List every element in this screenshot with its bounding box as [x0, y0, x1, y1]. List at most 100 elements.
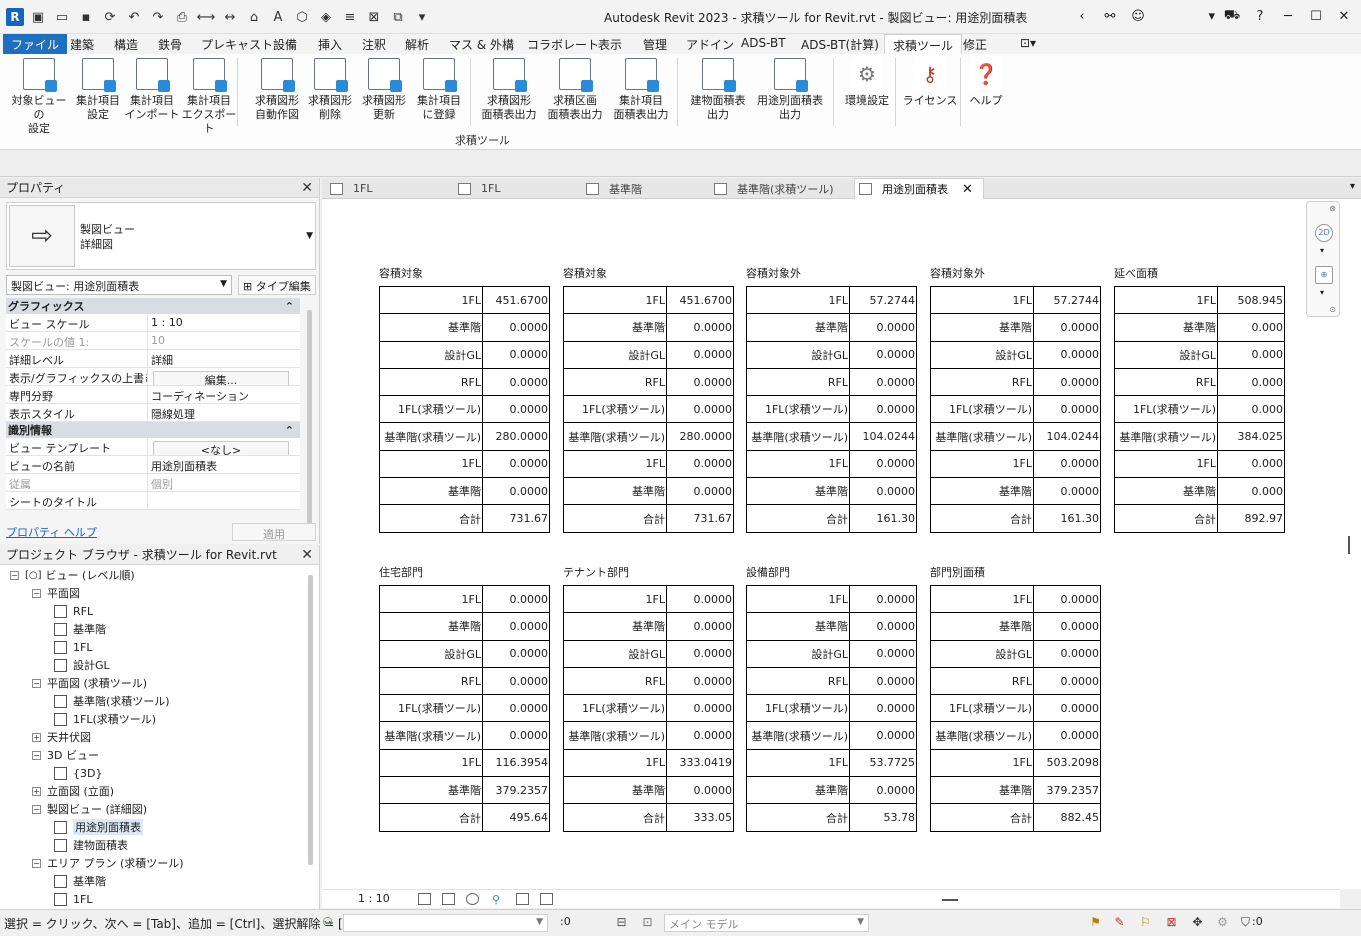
ribbon-button[interactable]: 求積区画 面積表出力 [545, 58, 605, 122]
ribbon-button[interactable]: 建物面積表 出力 [685, 58, 751, 122]
redo-icon[interactable]: ↷ [148, 7, 168, 27]
chevron-down-icon[interactable]: ▾ [1320, 246, 1324, 255]
expand-icon[interactable]: + [32, 786, 41, 796]
ribbon-tab[interactable]: 表示 [590, 34, 630, 54]
close-icon[interactable]: ✕ [301, 180, 313, 196]
help-dropdown-icon[interactable]: ? [1249, 6, 1271, 26]
highlight-displacement-icon[interactable] [540, 893, 553, 905]
model-selector[interactable]: メイン モデル ▼ [664, 914, 869, 932]
property-edit-button[interactable]: <なし> [153, 441, 289, 455]
sync-icon[interactable]: ⟳ [100, 7, 120, 27]
ribbon-button[interactable]: 求積図形 更新 [354, 58, 414, 122]
dimension-icon[interactable]: ↔ [220, 7, 240, 27]
scroll-thumb[interactable] [1348, 536, 1350, 554]
select-by-face-icon[interactable]: ⊠ [1164, 915, 1179, 930]
drag-elements-icon[interactable]: ✥ [1190, 915, 1205, 930]
model-selector-icon[interactable]: ⊡ [640, 915, 655, 930]
temporary-hide-icon[interactable]: ⚲ [492, 893, 505, 906]
ribbon-button[interactable]: 集計項目 設定 [68, 58, 128, 122]
ribbon-tab[interactable]: 解析 [397, 34, 437, 54]
ribbon-tab[interactable]: 求積ツール [884, 34, 963, 54]
collapse-icon[interactable]: − [32, 858, 41, 868]
collapse-icon[interactable]: ⌃ [285, 424, 294, 437]
close-icon[interactable]: ⊗ [1329, 204, 1336, 213]
open-icon[interactable]: ▭ [52, 7, 72, 27]
property-group-header[interactable]: グラフィックス ⌃ [6, 298, 300, 314]
ribbon-button[interactable]: 求積図形 面積表出力 [479, 58, 539, 122]
ribbon-minimize-icon[interactable]: ⊡▾ [1012, 34, 1044, 54]
print-icon[interactable]: ⎙ [172, 7, 192, 27]
customize-qat-icon[interactable]: ▾ [412, 7, 432, 27]
ribbon-tab[interactable]: ファイル [3, 34, 68, 54]
browser-tree-node[interactable]: − 平面図 [32, 584, 80, 602]
collapse-icon[interactable]: − [32, 588, 41, 598]
workset-selector[interactable]: ▼ [343, 914, 548, 932]
browser-tree-node[interactable]: 基準階(求積ツール) [54, 692, 170, 710]
design-options-icon[interactable]: ⊟ [614, 915, 629, 930]
drawing-canvas[interactable]: ⊗ 2D ▾ ⊕ ▾ ⊙ 容積対象 1FL 451.6700 基準階 0.0000 設計G… [322, 199, 1340, 889]
browser-tree-node[interactable]: 基準階 [54, 620, 106, 638]
property-value[interactable]: コーディネーション [148, 386, 300, 403]
ribbon-tab[interactable]: マス & 外構 [441, 34, 522, 54]
tabs-dropdown-icon[interactable]: ▾ [1350, 181, 1355, 192]
instance-selector[interactable]: 製図ビュー: 用途別面積表 ▼ [6, 275, 232, 295]
browser-tree-node[interactable]: 建物面積表 [54, 836, 128, 854]
vertical-scrollbar[interactable] [1340, 199, 1361, 889]
reveal-hidden-icon[interactable] [516, 893, 529, 905]
ribbon-tab[interactable]: ADS-BT [733, 34, 794, 54]
section-icon[interactable]: ◈ [316, 7, 336, 27]
view-tab[interactable]: 基準階(求積ツール) [710, 178, 852, 199]
project-browser-scrollbar[interactable] [308, 575, 313, 865]
property-value[interactable]: 隠線処理 [148, 404, 300, 421]
browser-tree-node[interactable]: − [○] ビュー (レベル順) [10, 566, 135, 584]
view-tab[interactable]: 1FL [326, 178, 452, 199]
maximize-button[interactable]: ☐ [1305, 6, 1327, 26]
ribbon-tab[interactable]: 設備 [265, 34, 305, 54]
browser-tree-node[interactable]: −3D ビュー [32, 746, 99, 764]
view-tab[interactable]: 用途別面積表 ✕ [854, 178, 984, 199]
ribbon-button[interactable]: 対象ビューの 設定 [9, 58, 69, 136]
browser-tree-node[interactable]: − エリア プラン (求積ツール) [32, 854, 184, 872]
collapse-icon[interactable]: ⌃ [285, 300, 294, 313]
view-tab[interactable]: 1FL [454, 178, 580, 199]
browser-tree-node[interactable]: − 平面図 (求積ツール) [32, 674, 147, 692]
property-value[interactable]: <なし> [148, 438, 300, 455]
revit-logo[interactable]: R [6, 8, 24, 26]
view-tab[interactable]: 基準階 [582, 178, 708, 199]
collapse-icon[interactable]: − [32, 678, 41, 688]
collapse-icon[interactable]: − [32, 804, 41, 814]
crop-region-icon[interactable] [466, 893, 479, 905]
browser-tree-node[interactable]: RFL [54, 602, 93, 620]
3d-view-icon[interactable]: ⬡ [292, 7, 312, 27]
ribbon-tab[interactable]: 挿入 [310, 34, 350, 54]
property-edit-button[interactable]: 編集... [153, 371, 289, 385]
ribbon-button[interactable]: 求積図形 削除 [300, 58, 360, 122]
ribbon-button[interactable]: 集計項目 エクスポート [179, 58, 239, 136]
browser-tree-node[interactable]: + 立面図 (立面) [32, 782, 114, 800]
expand-icon[interactable]: + [32, 732, 41, 742]
ribbon-tab[interactable]: 鉄骨 [150, 34, 190, 54]
property-value[interactable]: 用途別面積表 [148, 456, 300, 473]
options-icon[interactable]: ⊙ [1329, 305, 1336, 314]
steering-wheel-icon[interactable]: 2D [1315, 224, 1333, 242]
undo-icon[interactable]: ↶ [124, 7, 144, 27]
browser-tree-node[interactable]: 1FL(求積ツール) [54, 710, 156, 728]
ribbon-button[interactable]: 求積図形 自動作図 [247, 58, 307, 122]
view-scale[interactable]: 1 : 10 [358, 892, 390, 905]
ribbon-tab[interactable]: 注釈 [354, 34, 394, 54]
visual-style-icon[interactable] [442, 893, 455, 905]
collapse-icon[interactable]: − [32, 750, 41, 760]
filter-icon[interactable]: ⛉ [1238, 915, 1253, 930]
ribbon-button[interactable]: 集計項目 インポート [122, 58, 182, 122]
property-value[interactable]: 1 : 10 [148, 314, 300, 331]
close-icon[interactable]: ✕ [301, 547, 313, 563]
text-icon[interactable]: A [268, 7, 288, 27]
browser-tree-node[interactable]: − 製図ビュー (詳細図) [32, 800, 147, 818]
browser-tree-node[interactable]: {3D} [54, 764, 102, 782]
property-value[interactable]: 詳細 [148, 350, 300, 367]
browser-tree-node[interactable]: 1FL [54, 638, 92, 656]
close-hidden-icon[interactable]: ⊠ [364, 7, 384, 27]
type-selector[interactable]: ⇨ 製図ビュー 詳細図 ▼ [6, 202, 316, 270]
browser-tree-node[interactable]: 設計GL [54, 656, 110, 674]
property-value[interactable] [148, 492, 300, 509]
